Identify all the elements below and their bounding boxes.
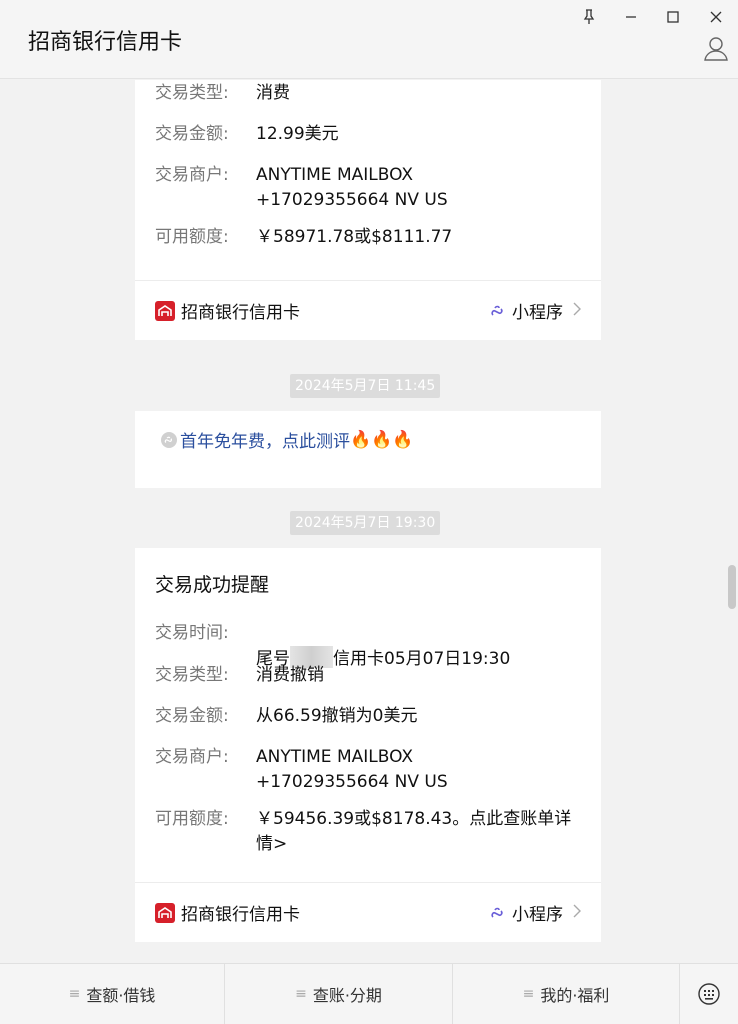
row-value: ANYTIME MAILBOX +17029355664 NV US (256, 747, 448, 792)
chat-content[interactable]: 交易类型: 消费 交易金额: 12.99美元 交易商户: ANYTIME MAI… (0, 80, 738, 963)
promo-message[interactable]: 首年免年费，点此测评 🔥🔥🔥 (135, 411, 601, 488)
card-footer[interactable]: 招商银行信用卡 小程序 (135, 280, 601, 340)
row-label: 交易类型: (155, 83, 229, 103)
chat-title: 招商银行信用卡 (28, 30, 183, 55)
row-value: 消费撤销 (256, 665, 324, 685)
menu-icon: ≡ (522, 986, 535, 1002)
profile-button[interactable] (704, 36, 728, 62)
pin-button[interactable] (574, 4, 604, 30)
row-value: 消费 (256, 83, 290, 103)
chevron-right-icon (573, 903, 581, 923)
promo-link[interactable]: 首年免年费，点此测评 🔥🔥🔥 (161, 427, 414, 452)
mini-program-link[interactable]: 小程序 (490, 900, 581, 925)
minimize-icon (626, 16, 636, 18)
card-footer[interactable]: 招商银行信用卡 小程序 (135, 882, 601, 942)
row-label: 交易金额: (155, 124, 229, 144)
row-value: ￥59456.39或$8178.43。点此查账单详 情> (256, 809, 572, 854)
title-bar: 招商银行信用卡 (0, 0, 738, 79)
bottom-menu: ≡ 查额·借钱 ≡ 查账·分期 ≡ 我的·福利 (0, 963, 738, 1024)
menu-label: 查账·分期 (312, 986, 382, 1005)
message-card[interactable]: 交易类型: 消费 交易金额: 12.99美元 交易商户: ANYTIME MAI… (135, 80, 601, 340)
card-title: 交易成功提醒 (155, 574, 270, 596)
row-label: 交易商户: (155, 747, 229, 767)
transaction-row: 交易类型: 消费 (155, 81, 581, 106)
close-icon (710, 11, 722, 23)
promo-text: 首年免年费，点此测评 (180, 432, 350, 452)
row-label: 可用额度: (155, 809, 229, 829)
pin-icon (583, 9, 595, 24)
menu-item-bill-installment[interactable]: ≡ 查账·分期 (225, 964, 453, 1024)
menu-icon: ≡ (68, 986, 81, 1002)
chevron-right-icon (573, 301, 581, 321)
keyboard-toggle-button[interactable] (680, 964, 738, 1024)
transaction-row: 交易类型: 消费撤销 (155, 663, 581, 688)
transaction-row: 交易金额: 从66.59撤销为0美元 (155, 704, 581, 729)
menu-label: 查额·借钱 (86, 986, 156, 1005)
mini-program-icon (491, 305, 503, 316)
scrollbar[interactable] (728, 565, 736, 609)
timestamp: 2024年5月7日 19:30 (290, 511, 441, 535)
cmb-logo-icon (155, 300, 175, 321)
transaction-row: 交易商户: ANYTIME MAILBOX +17029355664 NV US (155, 745, 581, 795)
keyboard-icon (698, 983, 720, 1005)
mini-program-label: 小程序 (512, 905, 563, 925)
row-value: ANYTIME MAILBOX +17029355664 NV US (256, 165, 448, 210)
row-value: ￥58971.78或$8111.77 (256, 227, 453, 247)
transaction-row[interactable]: 可用额度: ￥59456.39或$8178.43。点此查账单详 情> (155, 807, 581, 857)
user-icon (704, 37, 728, 61)
mini-program-icon (161, 431, 177, 448)
cmb-logo-icon (155, 902, 175, 923)
maximize-button[interactable] (658, 4, 688, 30)
mini-program-link[interactable]: 小程序 (490, 298, 581, 323)
menu-item-quota-loan[interactable]: ≡ 查额·借钱 (0, 964, 225, 1024)
account-name: 招商银行信用卡 (181, 303, 300, 323)
row-value: 从66.59撤销为0美元 (256, 706, 418, 726)
menu-icon: ≡ (295, 986, 307, 1002)
row-label: 交易金额: (155, 706, 229, 726)
mini-program-label: 小程序 (512, 303, 563, 323)
row-value: 12.99美元 (256, 124, 339, 144)
message-card[interactable]: 交易成功提醒 交易时间: 尾号 信用卡05月07日19:30 交易类型: 消费撤销… (135, 548, 601, 942)
transaction-row: 可用额度: ￥58971.78或$8111.77 (155, 225, 581, 250)
account-name: 招商银行信用卡 (181, 905, 300, 925)
timestamp: 2024年5月7日 11:45 (290, 374, 441, 398)
mini-program-icon (491, 907, 503, 918)
row-label: 交易类型: (155, 665, 229, 685)
minimize-button[interactable] (616, 4, 646, 30)
menu-item-my-benefits[interactable]: ≡ 我的·福利 (453, 964, 680, 1024)
maximize-icon (667, 11, 679, 23)
menu-label: 我的·福利 (540, 986, 610, 1005)
transaction-row: 交易金额: 12.99美元 (155, 122, 581, 147)
row-label: 交易商户: (155, 165, 229, 185)
transaction-row: 交易商户: ANYTIME MAILBOX +17029355664 NV US (155, 163, 581, 213)
close-button[interactable] (701, 4, 731, 30)
row-label: 可用额度: (155, 227, 229, 247)
fire-emoji: 🔥🔥🔥 (350, 429, 414, 450)
